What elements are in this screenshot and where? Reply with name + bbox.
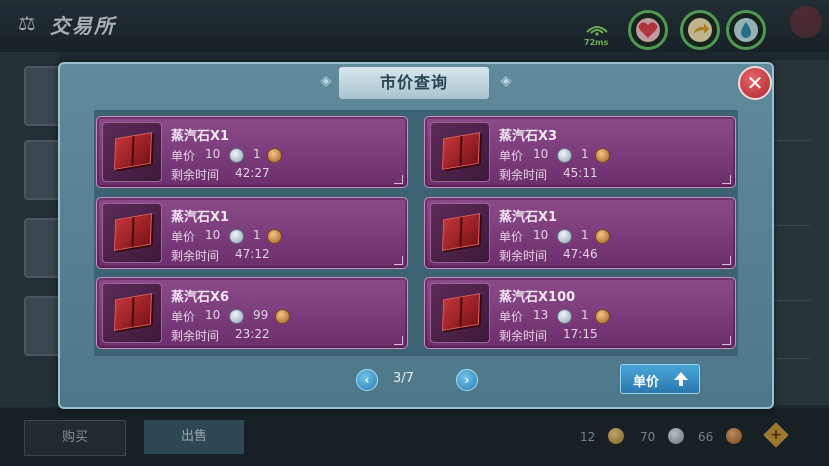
card-corner-ornament — [394, 175, 403, 184]
item-slot — [102, 283, 162, 343]
time-remaining: 47:46 — [563, 247, 598, 261]
price-copper: 99 — [253, 308, 269, 322]
steam-stone-icon — [442, 132, 480, 170]
price-copper: 1 — [581, 308, 589, 322]
silver-coin-icon — [557, 148, 572, 163]
card-corner-ornament — [722, 256, 731, 265]
time-remaining: 23:22 — [235, 327, 270, 341]
copper-coin-icon — [595, 148, 610, 163]
next-page-button[interactable]: › — [456, 369, 478, 391]
title-ornament-left: ◈ — [320, 73, 332, 89]
item-slot — [430, 283, 490, 343]
steam-stone-icon — [114, 293, 152, 331]
sort-button-label: 单价 — [633, 375, 660, 390]
silver-coin-icon — [557, 229, 572, 244]
item-name: 蒸汽石X1 — [171, 210, 230, 225]
item-name: 蒸汽石X1 — [171, 129, 230, 144]
sort-unit-price-button[interactable]: 单价 — [620, 364, 700, 394]
listing-card[interactable]: 蒸汽石X1 单价 10 1 剩余时间 42:27 — [96, 116, 408, 188]
market-price-dialog: ◈ 市价查询 ◈ ✕ 蒸汽石X1 单价 10 1 剩余时间 42:27 蒸汽石X… — [58, 62, 774, 409]
time-label: 剩余时间 — [171, 168, 220, 182]
listing-card[interactable]: 蒸汽石X100 单价 13 1 剩余时间 17:15 — [424, 277, 736, 349]
steam-stone-icon — [114, 132, 152, 170]
price-silver: 10 — [205, 308, 221, 322]
price-silver: 10 — [533, 228, 549, 242]
price-label: 单价 — [171, 149, 196, 163]
price-label: 单价 — [171, 230, 196, 244]
card-corner-ornament — [722, 175, 731, 184]
time-label: 剩余时间 — [499, 329, 548, 343]
silver-coin-icon — [229, 148, 244, 163]
price-silver: 10 — [205, 147, 221, 161]
time-label: 剩余时间 — [499, 249, 548, 263]
prev-arrow-icon: ‹ — [364, 373, 370, 387]
copper-coin-icon — [595, 229, 610, 244]
listing-card[interactable]: 蒸汽石X1 单价 10 1 剩余时间 47:46 — [424, 197, 736, 269]
dialog-title: 市价查询 — [339, 67, 489, 99]
item-name: 蒸汽石X3 — [499, 129, 558, 144]
page-indicator: 3/7 — [393, 371, 414, 386]
time-remaining: 17:15 — [563, 327, 598, 341]
listing-card[interactable]: 蒸汽石X3 单价 10 1 剩余时间 45:11 — [424, 116, 736, 188]
steam-stone-icon — [442, 213, 480, 251]
card-corner-ornament — [394, 256, 403, 265]
copper-coin-icon — [267, 148, 282, 163]
time-label: 剩余时间 — [171, 329, 220, 343]
copper-coin-icon — [275, 309, 290, 324]
time-label: 剩余时间 — [499, 168, 548, 182]
price-copper: 1 — [253, 228, 261, 242]
price-label: 单价 — [499, 149, 524, 163]
time-label: 剩余时间 — [171, 249, 220, 263]
sort-arrow-icon — [671, 369, 691, 389]
price-silver: 10 — [533, 147, 549, 161]
silver-coin-icon — [229, 309, 244, 324]
price-silver: 13 — [533, 308, 549, 322]
price-label: 单价 — [499, 230, 524, 244]
time-remaining: 42:27 — [235, 166, 270, 180]
listing-card[interactable]: 蒸汽石X1 单价 10 1 剩余时间 47:12 — [96, 197, 408, 269]
time-remaining: 47:12 — [235, 247, 270, 261]
item-slot — [102, 203, 162, 263]
price-label: 单价 — [171, 310, 196, 324]
listing-card[interactable]: 蒸汽石X6 单价 10 99 剩余时间 23:22 — [96, 277, 408, 349]
item-slot — [430, 122, 490, 182]
price-copper: 1 — [253, 147, 261, 161]
card-corner-ornament — [394, 336, 403, 345]
price-silver: 10 — [205, 228, 221, 242]
price-copper: 1 — [581, 147, 589, 161]
card-corner-ornament — [722, 336, 731, 345]
steam-stone-icon — [114, 213, 152, 251]
price-copper: 1 — [581, 228, 589, 242]
item-name: 蒸汽石X6 — [171, 290, 230, 305]
silver-coin-icon — [229, 229, 244, 244]
copper-coin-icon — [595, 309, 610, 324]
price-label: 单价 — [499, 310, 524, 324]
item-slot — [430, 203, 490, 263]
time-remaining: 45:11 — [563, 166, 598, 180]
item-name: 蒸汽石X100 — [499, 290, 576, 305]
prev-page-button[interactable]: ‹ — [356, 369, 378, 391]
next-arrow-icon: › — [464, 373, 470, 387]
close-button[interactable]: ✕ — [738, 66, 772, 100]
copper-coin-icon — [267, 229, 282, 244]
close-icon: ✕ — [746, 71, 764, 95]
item-slot — [102, 122, 162, 182]
item-name: 蒸汽石X1 — [499, 210, 558, 225]
title-ornament-right: ◈ — [500, 73, 512, 89]
silver-coin-icon — [557, 309, 572, 324]
steam-stone-icon — [442, 293, 480, 331]
